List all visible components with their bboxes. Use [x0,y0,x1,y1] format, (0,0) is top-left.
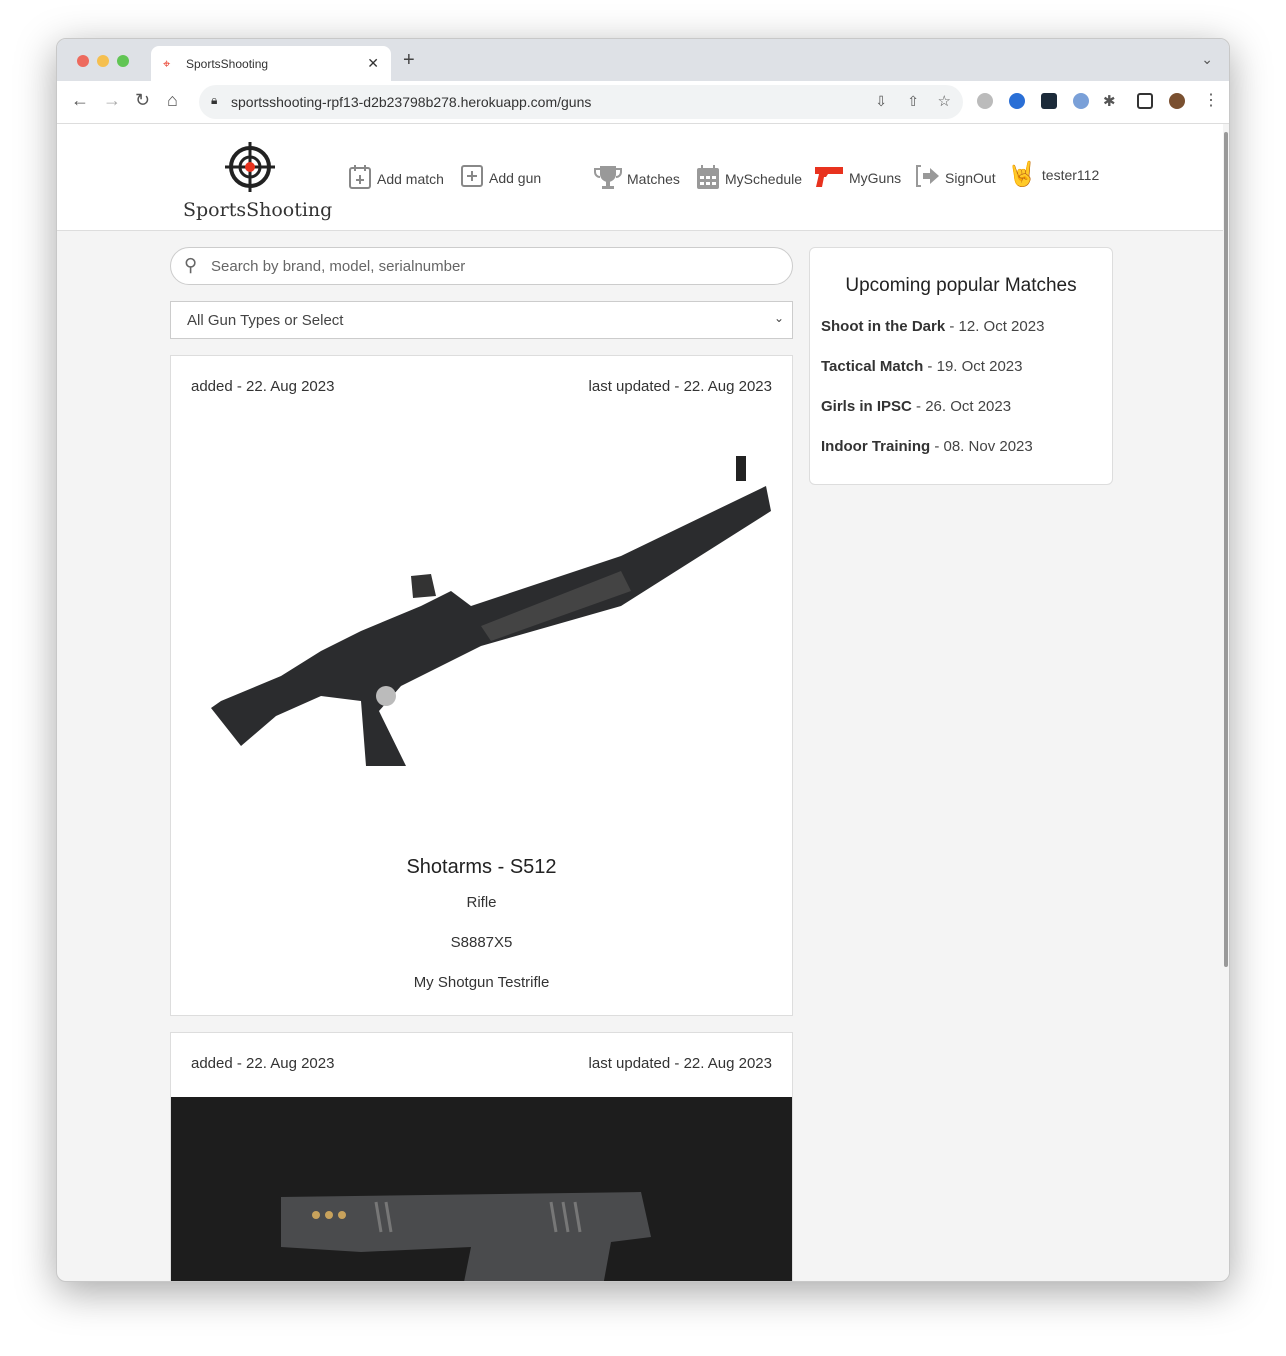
browser-toolbar: ← → ↻ ⌂ 🔒︎ sportsshooting-rpf13-d2b23798… [57,81,1229,124]
target-favicon-icon: ⌖ [163,56,171,71]
share-icon[interactable]: ⇧ [907,93,919,110]
upcoming-matches-panel: Upcoming popular Matches Shoot in the Da… [809,247,1113,485]
menu-kebab-icon[interactable]: ⋮ [1203,90,1219,110]
calendar-plus-icon [348,164,372,193]
match-date: - 26. Oct 2023 [911,398,1012,415]
nav-myguns[interactable]: MyGuns [814,164,901,191]
sidepanel-icon[interactable] [1137,93,1153,109]
match-item[interactable]: Indoor Training - 08. Nov 2023 [821,438,1033,455]
match-item[interactable]: Tactical Match - 19. Oct 2023 [821,358,1023,375]
updated-date: last updated - 22. Aug 2023 [588,1055,772,1072]
site-header: SportsShooting Add match Add gun Matches… [57,124,1225,231]
extension-icon[interactable] [1073,93,1089,109]
tab-title: SportsShooting [186,57,269,71]
added-date: added - 22. Aug 2023 [191,378,335,395]
react-extension-icon[interactable] [1041,93,1057,109]
logo-text: SportsShooting [183,199,333,221]
url-text: sportsshooting-rpf13-d2b23798b278.heroku… [231,94,592,110]
puzzle-extensions-icon[interactable]: ✱ [1103,92,1116,110]
match-name: Indoor Training [821,438,931,455]
chevron-down-icon: ⌄ [773,311,784,325]
gun-card[interactable]: added - 22. Aug 2023 last updated - 22. … [170,1032,793,1281]
shield-extension-icon[interactable] [977,93,993,109]
nav-label: tester112 [1041,166,1100,183]
browser-tab[interactable]: ⌖ SportsShooting ✕ [151,46,391,81]
nav-label: Add gun [489,169,542,186]
panel-title: Upcoming popular Matches [845,275,1077,296]
search-icon: ⚲ [184,255,198,275]
nav-label: Add match [377,170,444,187]
nav-label: SignOut [945,169,996,186]
nav-user[interactable]: 🤘 tester112 [1007,160,1099,189]
nav-matches[interactable]: Matches [594,164,680,193]
nav-signout[interactable]: SignOut [914,164,996,191]
gun-serial: S8887X5 [450,934,513,951]
nav-label: MySchedule [725,170,803,187]
select-value: All Gun Types or Select [187,312,344,329]
match-name: Shoot in the Dark [821,318,946,335]
match-date: - 12. Oct 2023 [945,318,1045,335]
profile-avatar[interactable] [1169,93,1185,109]
nav-label: Matches [627,170,680,187]
rock-hand-avatar-icon: 🤘 [1007,161,1037,188]
forward-icon[interactable]: → [103,90,121,111]
updated-date: last updated - 22. Aug 2023 [588,378,772,395]
search-input[interactable]: ⚲ Search by brand, model, serialnumber [170,247,793,285]
tab-search-chevron-icon[interactable]: ⌄ [1201,51,1213,68]
match-item[interactable]: Shoot in the Dark - 12. Oct 2023 [821,318,1044,335]
gun-title: Shotarms - S512 [406,856,557,878]
close-window-button[interactable] [77,55,89,67]
gun-description: My Shotgun Testrifle [413,974,550,991]
match-name: Girls in IPSC [821,398,912,415]
install-icon[interactable]: ⇩ [875,93,887,110]
nav-add-match[interactable]: Add match [348,164,444,193]
tab-bar: ⌖ SportsShooting ✕ + ⌄ [57,39,1229,81]
maximize-window-button[interactable] [117,55,129,67]
home-icon[interactable]: ⌂ [167,90,178,111]
crosshair-logo-icon [225,142,275,192]
address-bar[interactable]: 🔒︎ sportsshooting-rpf13-d2b23798b278.her… [199,85,963,119]
gun-type-select[interactable]: All Gun Types or Select ⌄ [170,301,793,339]
sign-out-icon [914,164,940,191]
shotgun-image [211,456,771,766]
gun-card[interactable]: added - 22. Aug 2023 last updated - 22. … [170,355,793,1016]
bookmark-star-icon[interactable]: ☆ [938,92,951,110]
calendar-icon [696,164,720,193]
back-icon[interactable]: ← [71,90,89,111]
lock-icon: 🔒︎ [211,93,218,107]
match-item[interactable]: Girls in IPSC - 26. Oct 2023 [821,398,1011,415]
password-extension-icon[interactable] [1009,93,1025,109]
new-tab-button[interactable]: + [403,49,415,72]
gun-type: Rifle [466,894,497,911]
plus-square-icon [460,164,484,191]
nav-myschedule[interactable]: MySchedule [696,164,802,193]
match-name: Tactical Match [821,358,924,375]
reload-icon[interactable]: ↻ [135,90,150,111]
match-date: - 19. Oct 2023 [923,358,1023,375]
match-date: - 08. Nov 2023 [930,438,1033,455]
pistol-image [171,1097,792,1281]
site-logo[interactable]: SportsShooting [183,142,333,221]
pistol-icon [814,164,844,191]
close-tab-icon[interactable]: ✕ [367,55,379,72]
nav-add-gun[interactable]: Add gun [460,164,541,191]
minimize-window-button[interactable] [97,55,109,67]
page-scrollbar[interactable] [1223,124,1229,1281]
trophy-icon [594,164,622,193]
nav-label: MyGuns [849,169,902,186]
search-placeholder: Search by brand, model, serialnumber [211,258,466,275]
added-date: added - 22. Aug 2023 [191,1055,335,1072]
browser-window: ⌖ SportsShooting ✕ + ⌄ ← → ↻ ⌂ 🔒︎ sports… [56,38,1230,1282]
